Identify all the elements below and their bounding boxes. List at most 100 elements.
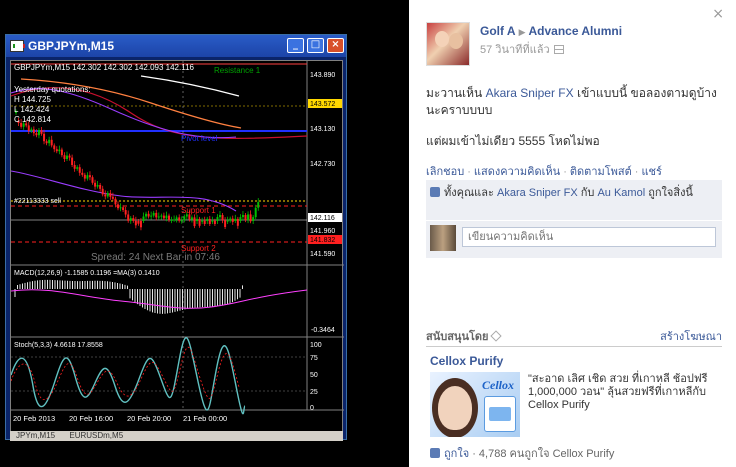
candle-body [132,218,135,221]
candle-body [150,215,153,217]
ad-image[interactable]: Cellox [430,372,520,437]
comment-input[interactable] [462,227,716,247]
candle-body [219,215,221,218]
candle-body [147,213,150,217]
candle-body [63,155,66,159]
candle-body [162,215,165,219]
yesterday-high: H 144.725 [14,95,51,104]
candle-body [155,212,158,218]
time-axis-label: 20 Feb 20:00 [127,414,171,423]
candle-body [91,177,94,183]
likes-text: กับ [577,187,598,199]
macd-label: MACD(12,26,9) -1.1585 0.1196 =MA(3) 0.14… [14,270,160,277]
candle-body [211,220,214,222]
separator: · [563,166,567,178]
price-scale: 143.890 143.572 143.130 142.730 142.116 141.9… [308,72,342,258]
candle-body [137,221,140,224]
divider [426,220,722,221]
candle-body [124,210,127,215]
candle-body [37,130,40,136]
create-ad-link[interactable]: สร้างโฆษณา [660,327,722,345]
price-scale-label: 142.730 [310,161,335,168]
candle-body [180,220,183,222]
candle-body [114,198,117,205]
candle-body [145,213,148,217]
window-title: GBPJPYm,M15 [28,39,115,53]
ad-text[interactable]: "สะอาด เลิศ เชิด สวย ที่เกาหลี ช้อปฟรี 1… [528,373,710,412]
stoch-scale: 100 75 50 25 0 [310,342,322,412]
chart-tab[interactable]: JPYm,M15 [10,431,61,440]
candle-body [127,214,130,221]
chart-tab[interactable]: EURUSDm,M5 [63,431,129,440]
window-title-bar[interactable]: GBPJPYm,M15 _ □ × [6,35,346,57]
ad-product-pack [484,396,516,432]
price-scale-label: 143.130 [310,126,335,133]
close-icon[interactable]: × [327,38,344,53]
price-scale-label: 142.116 [310,215,335,222]
candle-body [66,155,68,159]
candle-body [165,215,168,219]
candle-body [226,220,229,222]
share-link[interactable]: แชร์ [641,166,661,178]
chart-app-icon [10,40,25,52]
author-name[interactable]: Golf A [480,24,516,38]
avatar[interactable] [426,22,470,66]
ad-like-link[interactable]: ถูกใจ [444,448,469,460]
follow-post-link[interactable]: ติดตามโพสต์ [570,166,632,178]
facebook-post-panel: × Golf A ▶ Advance Alumni 57 วินาทีที่แล้ว… [409,0,736,467]
candle-body [198,218,201,226]
candle-body [178,217,181,221]
post-header: Golf A ▶ Advance Alumni 57 วินาทีที่แล้ว [426,20,726,66]
candle-body [129,218,132,221]
sponsored-heading: สนับสนุนโดย [426,331,489,343]
liker-link[interactable]: Au Kamol [597,187,645,199]
candle-body [208,218,211,224]
minimize-icon[interactable]: _ [287,38,304,53]
post-actions: เลิกชอบ · แสดงความคิดเห็น · ติดตามโพสต์ · แชร์ [426,162,662,180]
audience-icon[interactable] [553,45,564,54]
candle-body [239,217,242,221]
candle-body [68,155,71,158]
candle-body [190,217,193,220]
price-chart[interactable]: GBPJPYm,M15 142.302 142.302 142.093 142.… [10,60,344,438]
candle-body [157,216,160,218]
candle-body [45,141,48,144]
ad-title[interactable]: Cellox Purify [430,354,503,368]
group-name[interactable]: Advance Alumni [528,24,622,38]
ad-like-count: 4,788 คนถูกใจ Cellox Purify [478,448,615,460]
candle-body [101,188,104,195]
ad-brand-logo: Cellox [482,378,514,392]
liker-link[interactable]: Akara Sniper FX [497,187,578,199]
spread-text: Spread: 24 Next Bar in 07:46 [91,252,220,263]
comment-link[interactable]: แสดงความคิดเห็น [474,166,560,178]
unlike-link[interactable]: เลิกชอบ [426,166,464,178]
candle-body [43,133,46,142]
candle-body [168,215,170,221]
candle-body [152,212,155,216]
edit-icon[interactable] [490,330,503,342]
resistance-label: Resistance 1 [214,66,261,75]
stoch-main-line [10,337,246,415]
stoch-scale-label: 75 [310,355,318,362]
candle-body [203,220,206,224]
tagged-link[interactable]: Akara Sniper FX [486,86,574,100]
candlestick-series [15,109,260,231]
candle-body [139,221,142,228]
yesterday-low: L 142.424 [14,105,50,114]
candle-body [213,220,216,224]
candle-body [122,207,125,210]
time-axis-label: 21 Feb 00:00 [183,414,227,423]
candle-body [94,182,97,187]
author-line: Golf A ▶ Advance Alumni [480,24,622,38]
candle-body [55,149,58,152]
candle-body [86,175,89,179]
chart-canvas: GBPJPYm,M15 142.302 142.302 142.093 142.… [10,61,344,423]
timestamp[interactable]: 57 วินาทีที่แล้ว [480,44,550,56]
post-text-first: มะวานเห็น Akara Sniper FX เข้าแบบนี้ ขอล… [426,85,726,119]
yesterday-label: Yesterday quotations: [14,85,91,94]
candle-body [111,196,114,199]
maximize-icon[interactable]: □ [307,38,324,53]
price-scale-label: 141.590 [310,251,335,258]
price-scale-label: 141.832 [310,237,335,244]
candle-body [50,139,53,146]
